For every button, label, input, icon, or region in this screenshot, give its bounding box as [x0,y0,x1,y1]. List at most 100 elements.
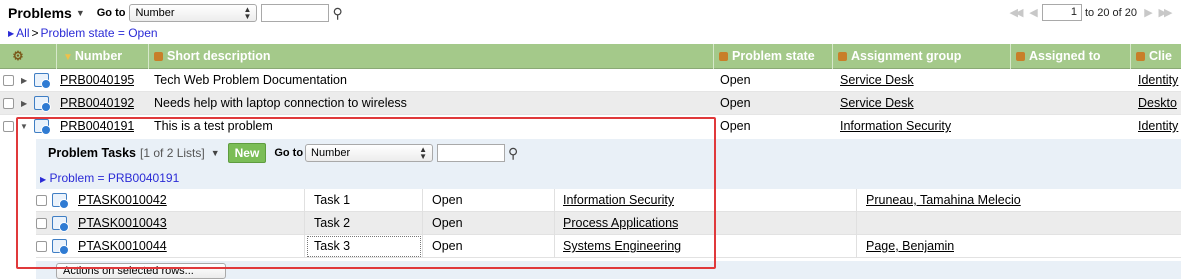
problem-state: Open [720,73,751,87]
assignment-group-link[interactable]: Information Security [840,119,951,133]
list-toolbar: Problems ▼ Go to Number ▲ ▼ ⚲ [0,0,1181,26]
pagination: ◀◀ ◀ 1 to 20 of 20 ▶ ▶▶ [1008,4,1173,21]
column-header-number[interactable]: ▼ Number [56,44,148,69]
column-divider [554,212,555,235]
table-row[interactable]: PTASK0010044 Task 3 Open Systems Enginee… [36,235,1181,258]
task-group-link[interactable]: Systems Engineering [563,239,681,253]
related-filter-link[interactable]: Problem = PRB0040191 [50,171,180,185]
problem-number-link[interactable]: PRB0040192 [60,96,134,110]
ci-link[interactable]: Deskto [1138,96,1177,110]
chevron-down-icon[interactable]: ▼ [211,148,220,158]
goto-field-value: Number [135,7,175,19]
column-header-ci[interactable]: Clie [1130,44,1181,69]
breadcrumb-all[interactable]: All [16,26,29,40]
page-number-input[interactable]: 1 [1042,4,1082,21]
task-number-link[interactable]: PTASK0010044 [78,239,167,253]
row-checkbox[interactable] [3,98,14,109]
sort-desc-icon: ▼ [63,52,73,63]
page-range-text: to 20 of 20 [1085,6,1137,19]
task-description[interactable]: Task 3 [306,235,422,258]
task-assigned-to-link[interactable]: Page, Benjamin [866,239,954,253]
record-preview-icon[interactable] [52,193,69,209]
column-divider [554,235,555,258]
column-header-assigned-to[interactable]: Assigned to [1010,44,1130,69]
column-divider [856,189,857,212]
record-preview-icon[interactable] [34,73,51,89]
search-icon[interactable]: ⚲ [332,5,342,22]
expand-row-icon[interactable]: ▶ [21,92,27,115]
breadcrumb: ▶ All > Problem state = Open [8,26,158,40]
problem-state: Open [720,96,751,110]
related-goto-label: Go to [274,147,304,159]
column-icon [1136,52,1145,61]
assignment-group-link[interactable]: Service Desk [840,73,914,87]
column-header-problem-state[interactable]: Problem state [713,44,831,69]
row-checkbox[interactable] [3,121,14,132]
column-divider [304,212,305,235]
task-state: Open [432,193,463,207]
list-title-menu[interactable]: Problems ▼ [8,5,85,21]
related-goto-field-value: Number [311,147,351,159]
table-row[interactable]: PTASK0010043 Task 2 Open Process Applica… [36,212,1181,235]
related-list-footer: Actions on selected rows... [36,261,1181,279]
actions-on-selected-rows-select[interactable]: Actions on selected rows... [56,263,226,279]
column-divider [304,235,305,258]
row-checkbox[interactable] [3,75,14,86]
task-assigned-to-link[interactable]: Pruneau, Tamahina Melecio [866,193,1021,207]
previous-page-icon[interactable]: ◀ [1025,6,1039,19]
breadcrumb-filter[interactable]: Problem state = Open [41,26,158,40]
expand-row-icon[interactable]: ▶ [21,69,27,92]
task-group-link[interactable]: Process Applications [563,216,678,230]
problem-state: Open [720,119,751,133]
related-search-input[interactable] [437,144,506,162]
record-preview-icon[interactable] [52,216,69,232]
column-icon [1016,52,1025,61]
column-icon [838,52,847,61]
problem-number-link[interactable]: PRB0040191 [60,119,134,133]
task-description: Task 2 [314,216,351,230]
problem-number-link[interactable]: PRB0040195 [60,73,134,87]
row-checkbox[interactable] [36,218,47,229]
row-checkbox[interactable] [36,241,47,252]
table-row[interactable]: ▶ PRB0040192 Needs help with laptop conn… [0,92,1181,115]
select-arrows-icon: ▲ ▼ [419,145,428,161]
related-list-count: [1 of 2 Lists] [140,146,205,160]
row-checkbox[interactable] [36,195,47,206]
related-list-title[interactable]: Problem Tasks [48,146,136,160]
column-settings-icon[interactable]: ⚙ [0,44,36,69]
ci-link[interactable]: Identity [1138,73,1178,87]
breadcrumb-arrow-icon: ▶ [8,28,15,38]
first-page-icon[interactable]: ◀◀ [1008,6,1024,19]
task-state: Open [432,216,463,230]
task-group-link[interactable]: Information Security [563,193,674,207]
new-task-button[interactable]: New [227,143,267,163]
breadcrumb-arrow-icon: ▶ [40,175,47,184]
column-header-short-description[interactable]: Short description [148,44,712,69]
last-page-icon[interactable]: ▶▶ [1157,6,1173,19]
related-list-header: Problem Tasks [1 of 2 Lists] ▼ New Go to… [36,139,1181,167]
goto-field-select[interactable]: Number ▲ ▼ [129,4,258,22]
goto-label: Go to [96,7,126,19]
record-preview-icon[interactable] [34,96,51,112]
task-description: Task 1 [314,193,351,207]
column-divider [554,189,555,212]
next-page-icon[interactable]: ▶ [1140,6,1154,19]
goto-search-input[interactable] [261,4,330,22]
search-icon[interactable]: ⚲ [508,145,518,162]
assignment-group-link[interactable]: Service Desk [840,96,914,110]
short-description: This is a test problem [154,119,273,133]
chevron-down-icon: ▼ [75,8,85,18]
table-row[interactable]: ▼ PRB0040191 This is a test problem Open… [0,115,1181,138]
record-preview-icon[interactable] [34,119,51,135]
related-goto-field-select[interactable]: Number ▲ ▼ [305,144,434,162]
task-number-link[interactable]: PTASK0010042 [78,193,167,207]
task-number-link[interactable]: PTASK0010043 [78,216,167,230]
column-divider [422,235,423,258]
record-preview-icon[interactable] [52,239,69,255]
ci-link[interactable]: Identity [1138,119,1178,133]
collapse-row-icon[interactable]: ▼ [20,115,28,138]
column-divider [856,212,857,235]
table-row[interactable]: ▶ PRB0040195 Tech Web Problem Documentat… [0,69,1181,92]
column-header-assignment-group[interactable]: Assignment group [832,44,1010,69]
table-row[interactable]: PTASK0010042 Task 1 Open Information Sec… [36,189,1181,212]
